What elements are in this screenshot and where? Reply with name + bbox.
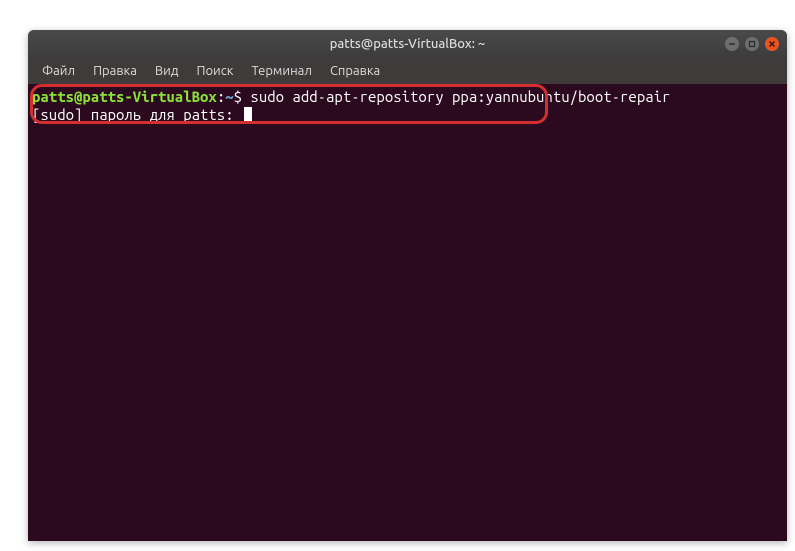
terminal-cursor [244, 107, 252, 123]
prompt-path: ~ [225, 88, 233, 105]
minimize-button[interactable] [725, 37, 739, 51]
maximize-button[interactable] [745, 37, 759, 51]
titlebar: patts@patts-VirtualBox: ~ [28, 30, 787, 58]
terminal-line-2: [sudo] пароль для patts: [28, 106, 787, 124]
menu-help[interactable]: Справка [322, 61, 388, 81]
terminal-content[interactable]: patts@patts-VirtualBox:~$ sudo add-apt-r… [28, 84, 787, 124]
terminal-window: patts@patts-VirtualBox: ~ Файл Правка Ви… [28, 30, 787, 541]
menubar: Файл Правка Вид Поиск Терминал Справка [28, 58, 787, 84]
prompt-sign: $ [234, 88, 242, 105]
terminal-line-1: patts@patts-VirtualBox:~$ sudo add-apt-r… [28, 88, 787, 106]
window-title: patts@patts-VirtualBox: ~ [330, 37, 486, 51]
window-controls [725, 37, 779, 51]
command-text: sudo add-apt-repository ppa:yannubuntu/b… [242, 88, 670, 105]
sudo-password-prompt: [sudo] пароль для patts: [32, 106, 242, 123]
menu-edit[interactable]: Правка [85, 61, 145, 81]
prompt-colon: : [217, 88, 225, 105]
minimize-icon [728, 40, 736, 48]
maximize-icon [748, 40, 756, 48]
close-icon [768, 40, 776, 48]
close-button[interactable] [765, 37, 779, 51]
menu-terminal[interactable]: Терминал [243, 61, 319, 81]
menu-file[interactable]: Файл [34, 61, 83, 81]
menu-search[interactable]: Поиск [188, 61, 241, 81]
prompt-user: patts@patts-VirtualBox [32, 88, 217, 105]
menu-view[interactable]: Вид [147, 61, 187, 81]
